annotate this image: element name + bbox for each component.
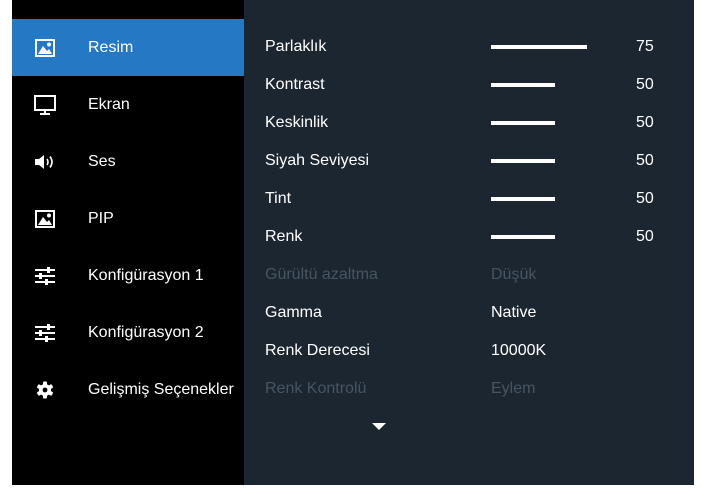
setting-value[interactable]: 10000K (491, 342, 546, 360)
sidebar-item-gelismis-secenekler[interactable]: Gelişmiş Seçenekler (12, 361, 244, 418)
setting-value: Eylem (491, 380, 536, 397)
caret-down-icon[interactable] (372, 423, 386, 430)
sidebar-item-label: Gelişmiş Seçenekler (88, 380, 234, 398)
setting-label: Gürültü azaltma (265, 266, 378, 283)
sidebar: Resim Ekran Ses PIP Konfigürasyon 1 Konf… (12, 0, 244, 485)
sidebar-item-konfigurasyon-2[interactable]: Konfigürasyon 2 (12, 304, 244, 361)
sliders-icon (34, 323, 56, 343)
sidebar-item-label: Konfigürasyon 1 (88, 266, 204, 284)
setting-row-renk[interactable]: Renk 50 (244, 218, 694, 256)
setting-label: Siyah Seviyesi (265, 152, 370, 169)
sidebar-item-pip[interactable]: PIP (12, 190, 244, 247)
setting-level-bar[interactable] (491, 159, 555, 163)
setting-label: Tint (265, 190, 292, 207)
gear-icon (34, 380, 56, 400)
setting-row-gurultu-azaltma: Gürültü azaltma Düşük (244, 256, 694, 294)
setting-label: Kontrast (265, 76, 325, 93)
setting-value: 50 (636, 114, 654, 131)
setting-row-keskinlik[interactable]: Keskinlik 50 (244, 104, 694, 142)
speaker-icon (34, 152, 56, 172)
setting-value: 50 (636, 228, 654, 245)
setting-value: 50 (636, 76, 654, 93)
setting-level-bar[interactable] (491, 83, 555, 87)
sidebar-item-ses[interactable]: Ses (12, 133, 244, 190)
setting-value: 75 (636, 38, 654, 55)
sidebar-item-ekran[interactable]: Ekran (12, 76, 244, 133)
setting-label: Gamma (265, 304, 322, 321)
setting-level-bar[interactable] (491, 197, 555, 201)
setting-label: Parlaklık (265, 38, 327, 55)
setting-row-renk-kontrolu: Renk Kontrolü Eylem (244, 370, 694, 408)
sidebar-item-konfigurasyon-1[interactable]: Konfigürasyon 1 (12, 247, 244, 304)
sidebar-item-label: Ekran (88, 95, 130, 113)
setting-label: Renk (265, 228, 303, 245)
monitor-icon (34, 94, 56, 115)
setting-value: 50 (636, 152, 654, 169)
setting-row-parlaklik[interactable]: Parlaklık 75 (244, 28, 694, 66)
setting-row-renk-derecesi[interactable]: Renk Derecesi 10000K (244, 332, 694, 370)
setting-level-bar[interactable] (491, 235, 555, 239)
sliders-icon (34, 266, 56, 286)
sidebar-item-label: Konfigürasyon 2 (88, 323, 204, 341)
sidebar-item-label: Ses (88, 152, 116, 170)
setting-value[interactable]: Native (491, 304, 536, 322)
setting-row-tint[interactable]: Tint 50 (244, 180, 694, 218)
sidebar-item-resim[interactable]: Resim (12, 19, 244, 76)
setting-label: Renk Kontrolü (265, 380, 367, 397)
sidebar-item-label: PIP (88, 209, 114, 227)
setting-row-gamma[interactable]: Gamma Native (244, 294, 694, 332)
setting-row-siyah-seviyesi[interactable]: Siyah Seviyesi 50 (244, 142, 694, 180)
setting-value: Düşük (491, 266, 537, 283)
settings-panel: Parlaklık 75 Kontrast 50 Keskinlik 50 Si… (244, 0, 694, 485)
setting-label: Renk Derecesi (265, 342, 370, 359)
setting-level-bar[interactable] (491, 121, 555, 125)
setting-row-kontrast[interactable]: Kontrast 50 (244, 66, 694, 104)
pip-icon (34, 209, 56, 229)
image-icon (34, 38, 56, 58)
setting-level-bar[interactable] (491, 45, 587, 49)
osd-menu: Resim Ekran Ses PIP Konfigürasyon 1 Konf… (12, 0, 694, 485)
setting-value: 50 (636, 190, 654, 207)
setting-label: Keskinlik (265, 114, 329, 131)
sidebar-item-label: Resim (88, 38, 134, 56)
